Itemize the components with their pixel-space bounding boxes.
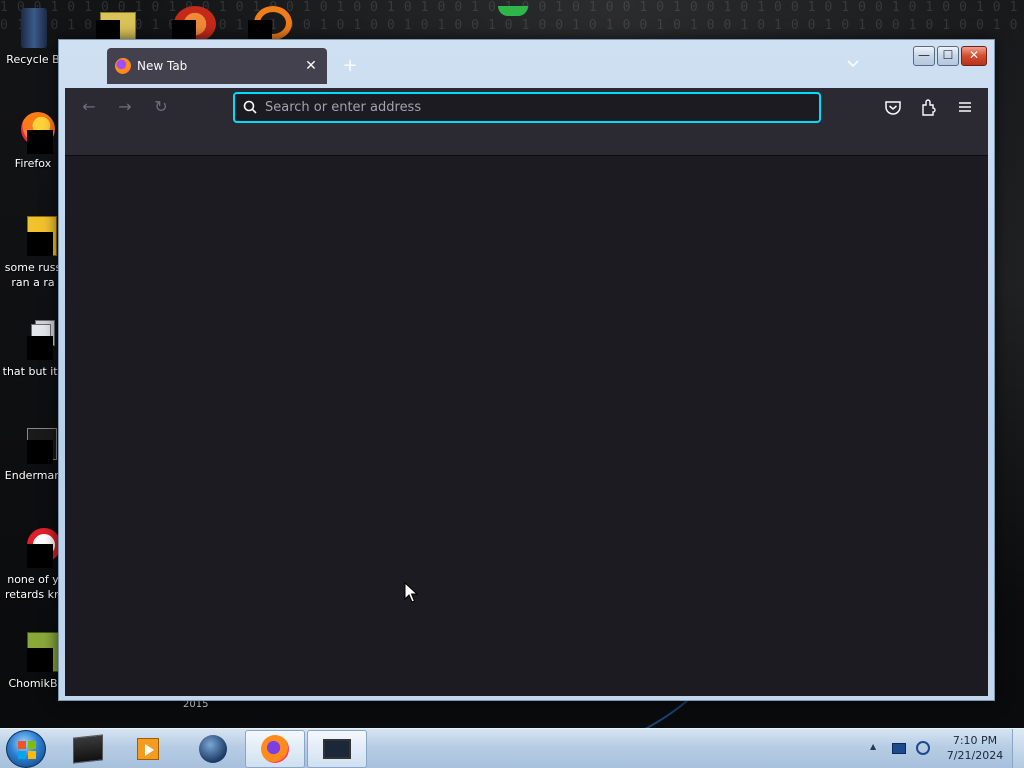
page-content[interactable] — [65, 156, 988, 696]
desktop-icon-label: retards kn — [5, 588, 61, 601]
desktop-icon-folder-stack[interactable]: that but its — [0, 320, 66, 379]
maximize-button[interactable]: ☐ — [937, 46, 959, 66]
firefox-icon — [115, 58, 131, 74]
firefox-icon — [13, 112, 55, 154]
tab-close-icon[interactable]: ✕ — [303, 58, 319, 74]
desktop-icon-label: some russ — [4, 261, 62, 274]
opera-icon[interactable] — [172, 6, 216, 42]
opera-icon[interactable] — [248, 6, 292, 42]
globe-icon — [199, 735, 227, 763]
firefox-window[interactable]: New Tab ✕ + — ☐ ✕ ← → ↻ — [58, 39, 995, 701]
monitor-icon — [323, 739, 351, 759]
taskbar: ▲ 7:10 PM 7/21/2024 — [0, 728, 1024, 768]
media-player-icon — [137, 738, 159, 760]
start-button[interactable] — [6, 730, 46, 768]
document-icon — [13, 216, 57, 256]
forward-button[interactable]: → — [115, 97, 135, 117]
show-desktop-button[interactable] — [1012, 729, 1024, 768]
mouse-cursor-icon — [404, 582, 418, 603]
desktop-icon-label: Firefox — [14, 157, 52, 170]
windows-logo-icon — [18, 741, 36, 759]
matrix-decoration: 0100101001010010100101001010010100101001… — [0, 18, 1024, 33]
minimize-button[interactable]: — — [913, 46, 935, 66]
chomik-icon — [13, 632, 61, 672]
address-input[interactable] — [265, 100, 819, 115]
folder-stack-icon — [13, 320, 55, 360]
recycle-bin-icon — [13, 8, 53, 48]
desktop-icon-label: ChomikB — [8, 677, 58, 690]
desktop-icon-label: none of y — [7, 573, 59, 586]
navigation-toolbar: ← → ↻ — [65, 88, 988, 126]
url-bar[interactable] — [233, 92, 821, 123]
tab-new-tab[interactable]: New Tab ✕ — [107, 48, 327, 84]
extensions-icon[interactable] — [919, 97, 939, 117]
reload-button[interactable]: ↻ — [151, 97, 171, 117]
new-tab-button[interactable]: + — [339, 56, 361, 78]
desktop-icon-label: Recycle B — [6, 53, 60, 66]
desktop-icon-enderman[interactable]: Enderman — [0, 424, 66, 483]
taskbar-item-firefox[interactable] — [245, 730, 305, 768]
folder-icon[interactable] — [96, 6, 140, 42]
taskbar-item-monitor[interactable] — [307, 730, 367, 768]
pocket-icon[interactable] — [883, 97, 903, 117]
taskbar-item-terminal[interactable] — [58, 730, 118, 768]
menu-icon[interactable] — [955, 97, 975, 117]
clock-time: 7:10 PM — [952, 734, 998, 747]
desktop-icon-firefox[interactable]: Firefox — [0, 112, 66, 171]
close-button[interactable]: ✕ — [961, 46, 987, 66]
desktop-icon-recycle-bin[interactable]: Recycle B — [0, 8, 66, 67]
desktop-icon-label: Enderman — [4, 469, 62, 482]
firefox-icon — [261, 735, 289, 763]
chevron-down-icon[interactable] — [843, 56, 863, 76]
clock-date: 7/21/2024 — [946, 749, 1004, 762]
system-clock[interactable]: 7:10 PM 7/21/2024 — [930, 733, 1020, 763]
window-icon — [13, 424, 57, 464]
tab-title: New Tab — [137, 59, 188, 73]
network-icon[interactable] — [892, 743, 906, 754]
tray-expand-icon[interactable]: ▲ — [870, 742, 876, 751]
desktop-icon-label: ran a ra — [11, 276, 55, 289]
terminal-icon — [73, 734, 103, 764]
desktop-icon-opera[interactable]: none of y retards kn — [0, 528, 66, 602]
search-icon — [243, 100, 257, 114]
taskbar-item-media-player[interactable] — [118, 730, 178, 768]
opera-icon — [13, 528, 61, 568]
taskbar-item-globe[interactable] — [183, 730, 243, 768]
volume-icon[interactable] — [916, 741, 930, 755]
bookmarks-toolbar — [65, 126, 988, 156]
desktop-icon-document[interactable]: some russ ran a ra — [0, 216, 66, 290]
desktop-icon-chomik[interactable]: ChomikB — [0, 632, 66, 691]
back-button[interactable]: ← — [79, 97, 99, 117]
desktop-icon-label: that but its — [2, 365, 64, 378]
